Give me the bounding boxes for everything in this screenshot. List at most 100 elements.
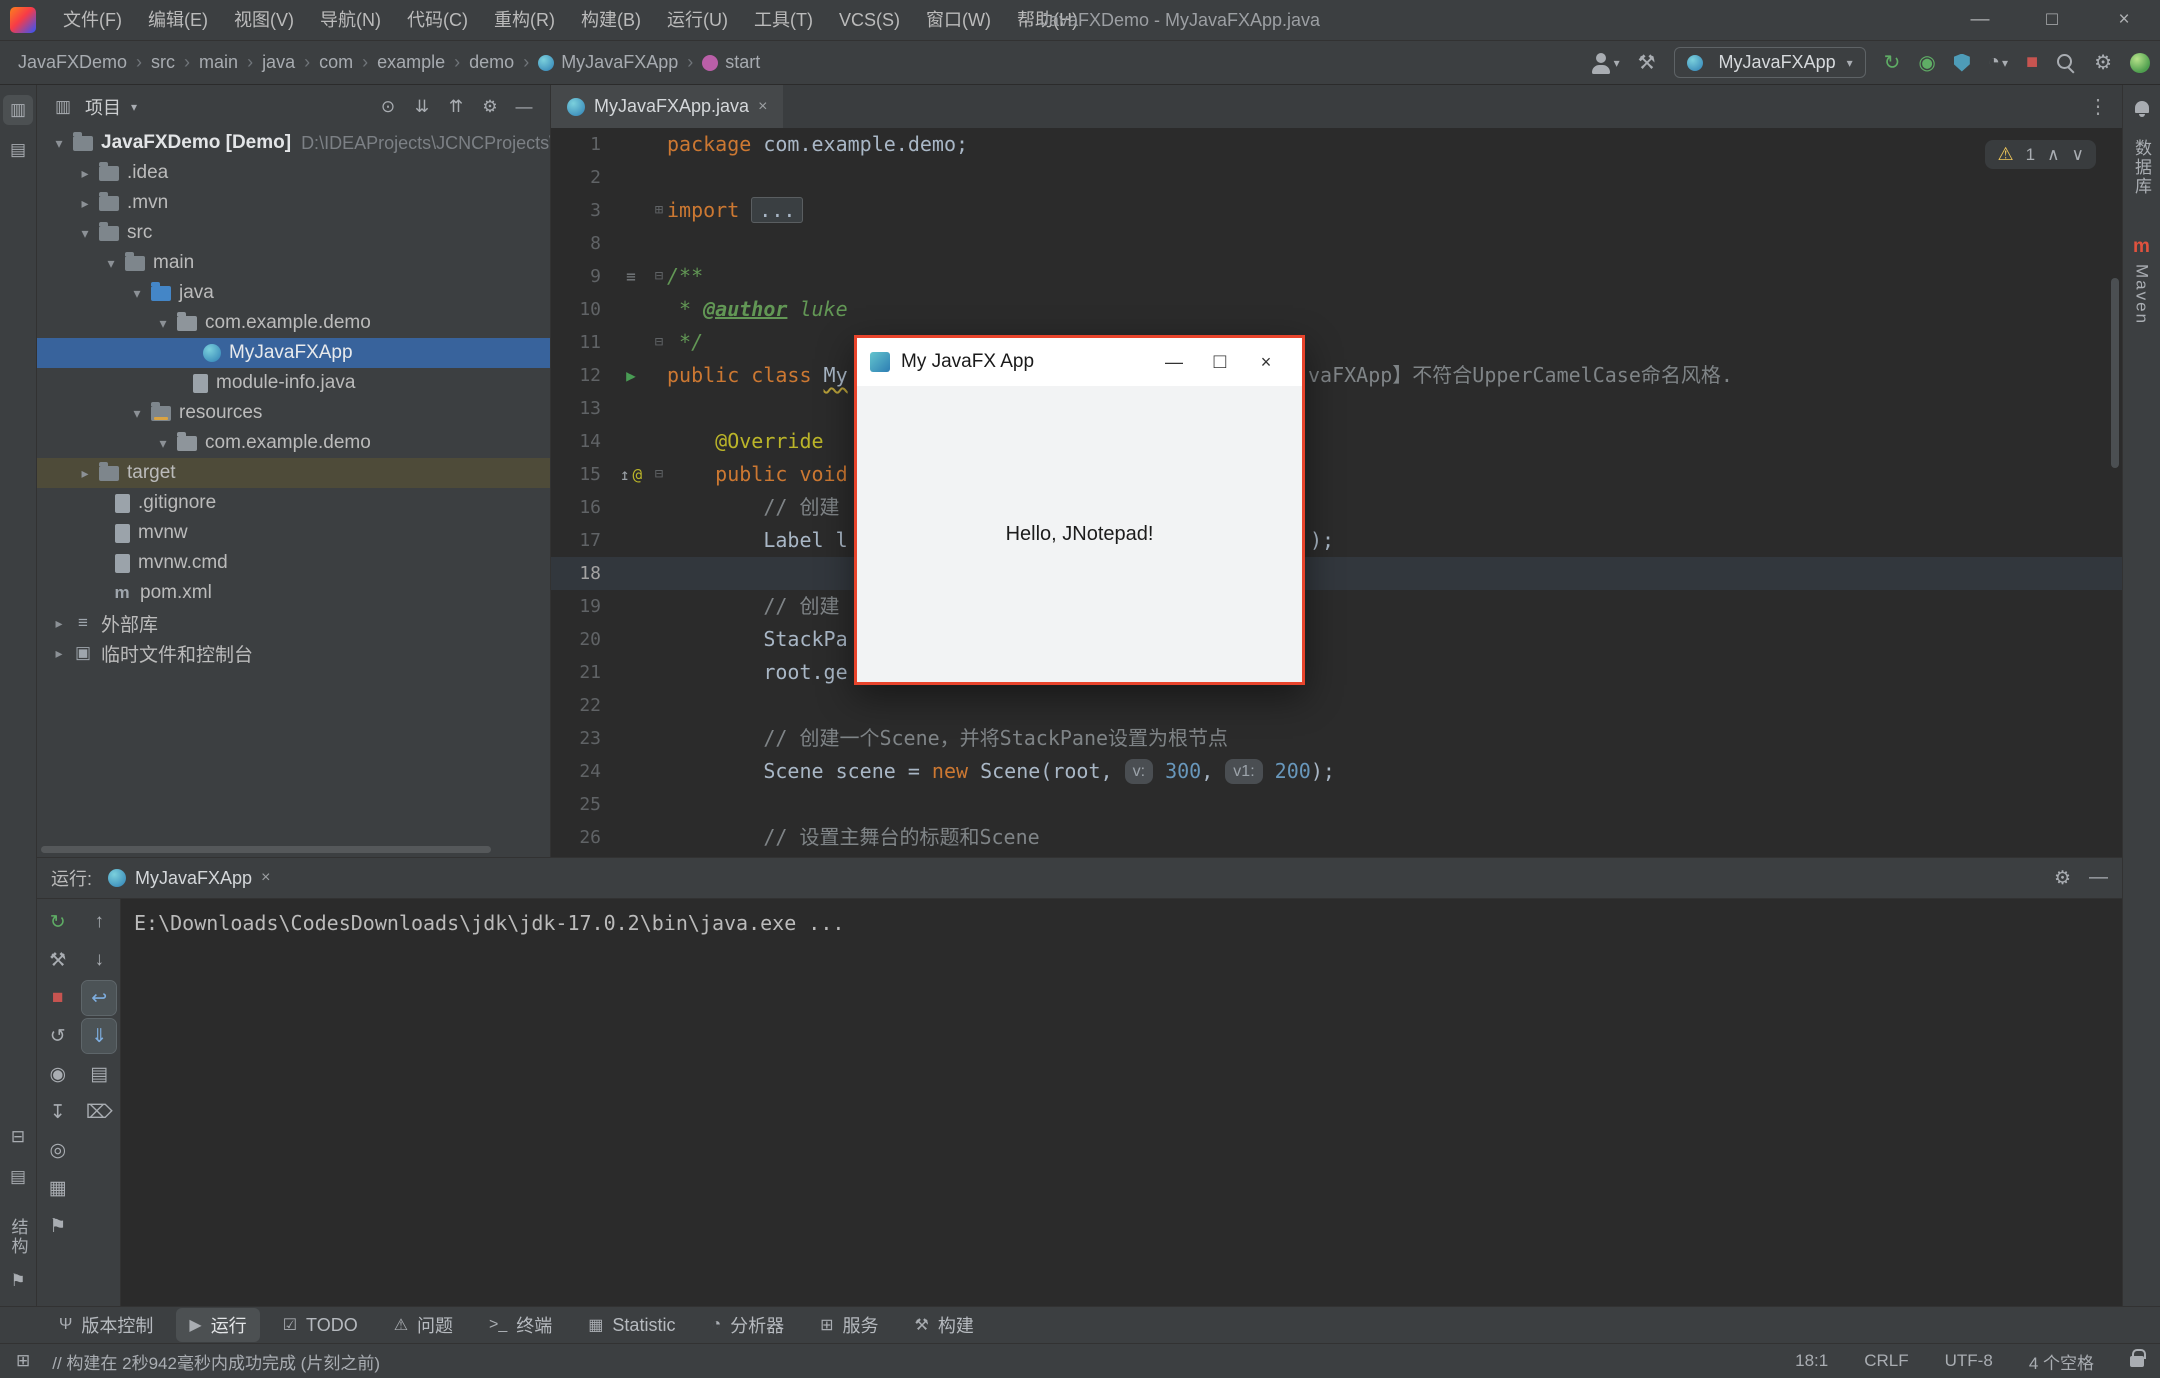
tree-item[interactable]: module-info.java (37, 368, 550, 398)
breadcrumb-item[interactable]: src (151, 52, 175, 73)
tab-close-icon[interactable]: × (758, 98, 767, 116)
bookmark-flag-icon[interactable]: ⚑ (3, 1266, 33, 1296)
rerun-button[interactable]: ↻ (1884, 50, 1901, 75)
toolwindow-version-control[interactable]: Ψ版本控制 (46, 1308, 166, 1342)
tree-chevron[interactable]: ▸ (73, 195, 97, 212)
next-occurrence-button[interactable]: ↓ (82, 943, 116, 977)
breadcrumb-item[interactable]: start (702, 52, 760, 73)
tree-chevron[interactable]: ▾ (151, 315, 175, 332)
toolwindow-services[interactable]: ⊞服务 (807, 1308, 891, 1342)
toolwindow-run[interactable]: ▶运行 (176, 1308, 259, 1342)
tree-item[interactable]: ▾src (37, 218, 550, 248)
hide-panel[interactable]: — (510, 93, 538, 121)
tree-item[interactable]: ▾com.example.demo (37, 428, 550, 458)
run-settings-gear-icon[interactable]: ⚙ (2054, 867, 2071, 890)
fold-marker[interactable]: ⊞ (651, 194, 667, 227)
project-stripe-button[interactable]: ▥ (3, 95, 33, 125)
snapshot-camera-button[interactable]: ◉ (41, 1057, 75, 1091)
maximize-button[interactable]: □ (2016, 0, 2088, 40)
expand-all[interactable]: ⇊ (408, 93, 436, 121)
menu-item[interactable]: 窗口(W) (913, 0, 1004, 41)
scroll-to-end-button[interactable]: ⇓ (82, 1019, 116, 1053)
code-line[interactable]: 3⊞import ... (551, 194, 2122, 227)
hide-panel-icon[interactable]: — (2089, 867, 2108, 890)
code-line[interactable]: 22 (551, 689, 2122, 722)
tree-chevron[interactable]: ▸ (73, 465, 97, 482)
coverage-shield-icon[interactable] (1954, 54, 1970, 72)
tree-item[interactable]: ▾java (37, 278, 550, 308)
user-account-button[interactable]: ▾ (1590, 52, 1620, 74)
horizontal-scrollbar[interactable] (41, 846, 491, 853)
toolwindow-build[interactable]: ⚒构建 (902, 1308, 987, 1342)
breadcrumb-item[interactable]: main (199, 52, 238, 73)
build-project-button[interactable]: ⚒ (1638, 50, 1656, 75)
layout-grid-button[interactable]: ▦ (41, 1171, 75, 1205)
tree-item[interactable]: mpom.xml (37, 578, 550, 608)
tree-item[interactable]: ▸target (37, 458, 550, 488)
commit-stripe-button[interactable]: ▤ (3, 135, 33, 165)
dump-threads-button[interactable]: ↧ (41, 1095, 75, 1129)
doc-gutter-icon[interactable]: ≡ (626, 260, 636, 293)
code-line[interactable]: 24 Scene scene = new Scene(root, v: 300,… (551, 755, 2122, 788)
menu-item[interactable]: 代码(C) (394, 0, 481, 41)
menu-item[interactable]: 工具(T) (741, 0, 826, 41)
tree-item[interactable]: mvnw.cmd (37, 548, 550, 578)
tree-item[interactable]: ▸≡外部库 (37, 608, 550, 638)
tree-item[interactable]: MyJavaFXApp (37, 338, 550, 368)
modify-run-configuration-button[interactable]: ⚒ (41, 943, 75, 977)
notifications-bell-icon[interactable] (2135, 101, 2149, 113)
override-gutter-icon[interactable]: ↥ (620, 458, 630, 491)
tree-item[interactable]: ▸▣临时文件和控制台 (37, 638, 550, 668)
caret-position[interactable]: 18:1 (1795, 1351, 1828, 1371)
dialog-minimize-button[interactable]: — (1151, 350, 1197, 374)
close-button[interactable]: × (2088, 0, 2160, 40)
run-tab[interactable]: MyJavaFXApp × (108, 868, 270, 889)
annotation-gutter-icon[interactable]: @ (633, 458, 643, 491)
tree-chevron[interactable]: ▾ (125, 285, 149, 302)
menu-item[interactable]: 编辑(E) (135, 0, 221, 41)
code-line[interactable]: 18 (551, 557, 2122, 590)
print-button[interactable]: ▤ (82, 1057, 116, 1091)
collapse-all[interactable]: ⇈ (442, 93, 470, 121)
panel-settings[interactable]: ⚙ (476, 93, 504, 121)
settings-gear-icon[interactable]: ⚙ (2094, 50, 2112, 75)
tree-chevron[interactable]: ▾ (47, 135, 71, 152)
code-line[interactable]: 14 @Override (551, 425, 2122, 458)
code-line[interactable]: 16 // 创建 (551, 491, 2122, 524)
code-line[interactable]: 17 Label l); (551, 524, 2122, 557)
code-line[interactable]: 9≡⊟/** (551, 260, 2122, 293)
indent-setting[interactable]: 4 个空格 (2029, 1349, 2094, 1374)
code-line[interactable]: 8 (551, 227, 2122, 260)
code-line[interactable]: 2 (551, 161, 2122, 194)
editor-tab[interactable]: MyJavaFXApp.java × (551, 85, 783, 128)
pin-tab-button[interactable]: ⚑ (41, 1209, 75, 1243)
search-everywhere-icon[interactable] (2056, 53, 2076, 73)
tree-item[interactable]: mvnw (37, 518, 550, 548)
prev-occurrence-button[interactable]: ↑ (82, 905, 116, 939)
menu-item[interactable]: 重构(R) (481, 0, 568, 41)
code-line[interactable]: 20 StackPa (551, 623, 2122, 656)
run-gutter-icon[interactable]: ▶ (626, 359, 636, 392)
rerun-button[interactable]: ↻ (41, 905, 75, 939)
menu-item[interactable]: 文件(F) (50, 0, 135, 41)
minimize-button[interactable]: — (1944, 0, 2016, 40)
run-configuration-select[interactable]: MyJavaFXApp ▾ (1674, 47, 1866, 78)
lock-icon[interactable] (2130, 1356, 2144, 1367)
profiler-button[interactable]: ◔ ▾ (1988, 51, 2008, 74)
tree-chevron[interactable]: ▾ (99, 255, 123, 272)
code-line[interactable]: 10 * @author luke (551, 293, 2122, 326)
code-line[interactable]: 15↥@⊟ public void (551, 458, 2122, 491)
toolwindow-problems[interactable]: ⚠问题 (381, 1308, 466, 1342)
menu-item[interactable]: 视图(V) (221, 0, 307, 41)
code-line[interactable]: 19 // 创建 (551, 590, 2122, 623)
line-separator[interactable]: CRLF (1864, 1351, 1908, 1371)
layers-stripe-button[interactable]: ▤ (3, 1162, 33, 1192)
tab-close-icon[interactable]: × (261, 869, 270, 887)
breadcrumb-item[interactable]: com (319, 52, 353, 73)
code-line[interactable]: 26 // 设置主舞台的标题和Scene (551, 821, 2122, 854)
breadcrumb-item[interactable]: java (262, 52, 295, 73)
breadcrumb-item[interactable]: example (377, 52, 445, 73)
database-stripe-button[interactable]: 数据库 (2129, 139, 2154, 196)
stop-button[interactable]: ■ (41, 981, 75, 1015)
breadcrumb-item[interactable]: demo (469, 52, 514, 73)
